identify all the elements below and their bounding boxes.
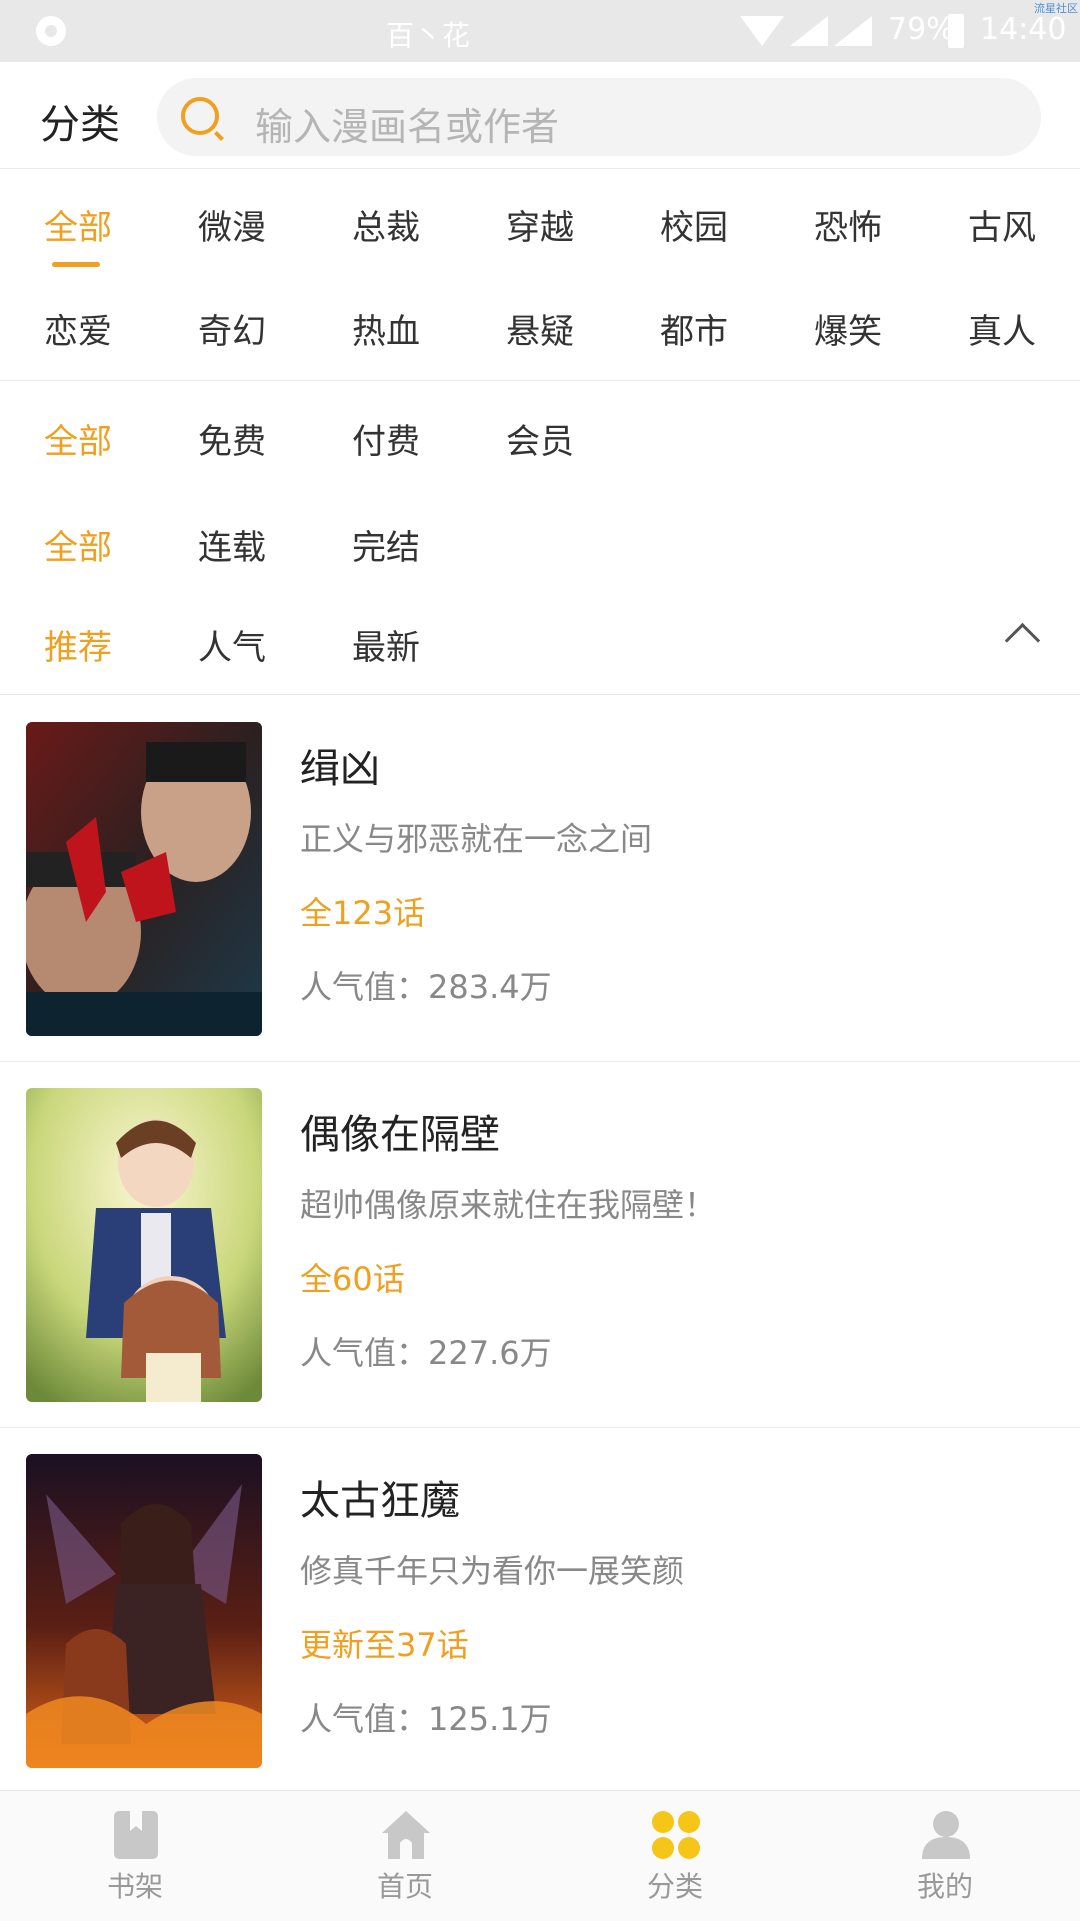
status-center-text: 百丶花 <box>386 19 471 52</box>
genre-chip[interactable]: 总裁 <box>352 200 420 249</box>
genre-chip[interactable]: 微漫 <box>198 200 266 249</box>
status-chip[interactable]: 全部 <box>44 520 112 569</box>
search-input[interactable]: 输入漫画名或作者 <box>157 78 1041 156</box>
nav-home[interactable]: 首页 <box>270 1791 540 1921</box>
comic-list-item[interactable]: 偶像在隔壁 超帅偶像原来就住在我隔壁！ 全60话 人气值：227.6万 <box>0 1062 1080 1428</box>
comic-popularity: 人气值：125.1万 <box>300 1700 552 1738</box>
genre-chip[interactable]: 穿越 <box>506 200 574 249</box>
genre-chip[interactable]: 全部 <box>44 200 112 249</box>
comic-popularity: 人气值：283.4万 <box>300 968 552 1006</box>
comic-title: 缉凶 <box>300 746 380 792</box>
genre-chip[interactable]: 热血 <box>352 304 420 353</box>
comic-list-item[interactable]: 缉凶 正义与邪恶就在一念之间 全123话 人气值：283.4万 <box>0 696 1080 1062</box>
sort-chip[interactable]: 推荐 <box>44 620 112 669</box>
notification-icon <box>36 16 66 46</box>
price-chip[interactable]: 免费 <box>198 414 266 463</box>
comic-episodes: 更新至37话 <box>300 1626 469 1664</box>
search-icon <box>181 97 219 135</box>
price-chip[interactable]: 全部 <box>44 414 112 463</box>
comic-cover[interactable] <box>26 1454 262 1768</box>
nav-label: 首页 <box>376 1870 433 1903</box>
clock: 14:40 <box>980 12 1067 47</box>
search-placeholder: 输入漫画名或作者 <box>255 105 560 149</box>
divider <box>0 694 1080 695</box>
header: 分类 输入漫画名或作者 <box>0 62 1080 169</box>
comic-cover[interactable] <box>26 1088 262 1402</box>
genre-chip[interactable]: 校园 <box>660 200 728 249</box>
nav-label: 书架 <box>106 1870 163 1903</box>
status-chip[interactable]: 完结 <box>352 520 420 569</box>
price-chip[interactable]: 付费 <box>352 414 420 463</box>
status-chip[interactable]: 连载 <box>198 520 266 569</box>
comic-list-item[interactable]: 太古狂魔 修真千年只为看你一展笑颜 更新至37话 人气值：125.1万 <box>0 1428 1080 1794</box>
watermark: 流星社区 <box>1034 2 1078 15</box>
signal-icon <box>790 16 828 46</box>
comic-title: 偶像在隔壁 <box>300 1112 500 1158</box>
sort-chip[interactable]: 人气 <box>198 620 266 669</box>
genre-chip[interactable]: 真人 <box>968 304 1036 353</box>
cover-image-2 <box>26 1088 262 1402</box>
comic-title: 太古狂魔 <box>300 1478 460 1524</box>
genre-chip[interactable]: 都市 <box>660 304 728 353</box>
genre-chip[interactable]: 恋爱 <box>44 304 112 353</box>
genre-chip[interactable]: 爆笑 <box>814 304 882 353</box>
home-icon <box>382 1811 430 1859</box>
active-tab-indicator <box>52 262 100 267</box>
sort-row: 推荐 人气 最新 <box>0 592 1080 696</box>
battery-percent: 79% <box>888 12 955 47</box>
genre-chip[interactable]: 奇幻 <box>198 304 266 353</box>
cover-image-3 <box>26 1454 262 1768</box>
comic-episodes: 全60话 <box>300 1260 405 1298</box>
comic-description: 超帅偶像原来就住在我隔壁！ <box>300 1186 717 1224</box>
battery-icon <box>948 14 964 48</box>
profile-icon <box>922 1811 970 1859</box>
comic-episodes: 全123话 <box>300 894 426 932</box>
price-chip[interactable]: 会员 <box>506 414 574 463</box>
nav-label: 分类 <box>646 1870 703 1903</box>
bottom-nav: 书架 首页 分类 我的 <box>0 1790 1080 1921</box>
nav-category[interactable]: 分类 <box>540 1791 810 1921</box>
comic-popularity: 人气值：227.6万 <box>300 1334 552 1372</box>
status-filter-row: 全部 连载 完结 <box>0 486 1080 592</box>
genre-chip[interactable]: 古风 <box>968 200 1036 249</box>
genre-chip[interactable]: 恐怖 <box>814 200 882 249</box>
nav-bookshelf[interactable]: 书架 <box>0 1791 270 1921</box>
category-icon <box>652 1811 700 1859</box>
genre-row-2: 恋爱 奇幻 热血 悬疑 都市 爆笑 真人 <box>0 274 1080 380</box>
comic-description: 正义与邪恶就在一念之间 <box>300 820 653 858</box>
signal-icon <box>834 16 872 46</box>
page-title: 分类 <box>40 102 120 148</box>
genre-row-1: 全部 微漫 总裁 穿越 校园 恐怖 古风 <box>0 168 1080 274</box>
genre-chip[interactable]: 悬疑 <box>506 304 574 353</box>
comic-cover[interactable] <box>26 722 262 1036</box>
nav-profile[interactable]: 我的 <box>810 1791 1080 1921</box>
price-filter-row: 全部 免费 付费 会员 <box>0 380 1080 486</box>
bookshelf-icon <box>114 1811 158 1859</box>
comic-description: 修真千年只为看你一展笑颜 <box>300 1552 685 1590</box>
wifi-icon <box>740 16 784 46</box>
sort-chip[interactable]: 最新 <box>352 620 420 669</box>
nav-label: 我的 <box>916 1870 973 1903</box>
status-bar: 百丶花 79% 14:40 流星社区 <box>0 0 1080 62</box>
cover-image-1 <box>26 722 262 1036</box>
